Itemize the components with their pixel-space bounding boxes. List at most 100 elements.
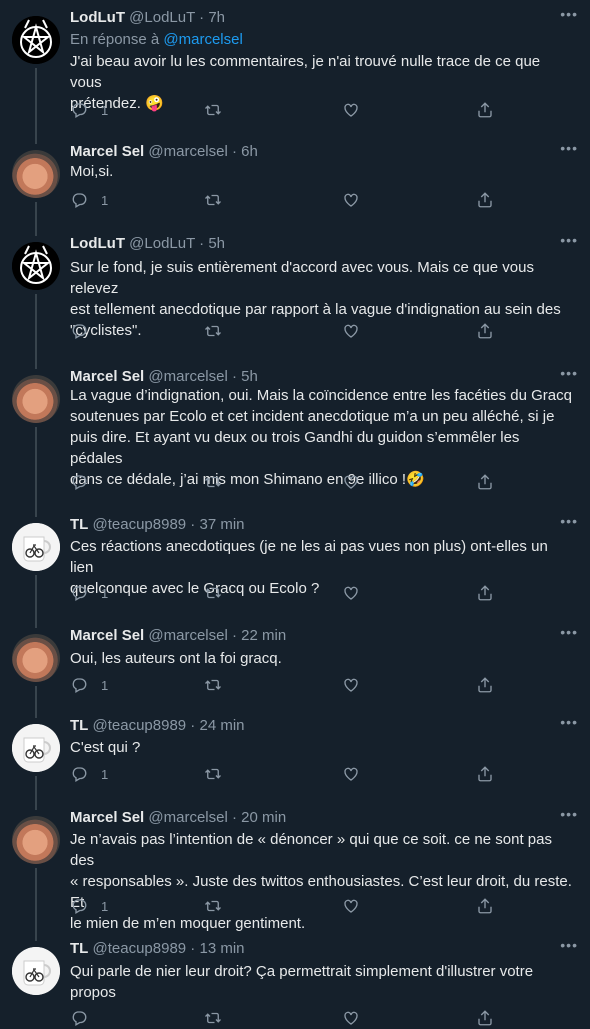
author-handle[interactable]: @marcelsel [148, 368, 227, 385]
author-name[interactable]: TL [70, 717, 88, 734]
reply-button[interactable]: 1 [70, 897, 108, 915]
reply-button[interactable]: 1 [70, 676, 108, 694]
reply-button[interactable] [70, 322, 101, 340]
share-button[interactable] [476, 765, 494, 783]
timestamp[interactable]: 22 min [241, 627, 286, 644]
share-button[interactable] [476, 322, 494, 340]
author-name[interactable]: TL [70, 516, 88, 533]
retweet-button[interactable] [204, 191, 222, 209]
thread-line [35, 868, 37, 941]
like-button[interactable] [342, 101, 360, 119]
like-button[interactable] [342, 1009, 360, 1027]
like-button[interactable] [342, 322, 360, 340]
share-icon [476, 473, 494, 491]
more-options-icon[interactable]: ••• [560, 513, 578, 529]
reply-button[interactable]: 1 [70, 765, 108, 783]
timestamp[interactable]: 13 min [199, 940, 244, 957]
reply-button[interactable] [70, 473, 101, 491]
retweet-button[interactable] [204, 676, 222, 694]
timestamp[interactable]: 7h [208, 9, 225, 26]
avatar[interactable] [12, 724, 60, 772]
like-button[interactable] [342, 584, 360, 602]
timestamp[interactable]: 5h [208, 235, 225, 252]
author-handle[interactable]: @teacup8989 [93, 717, 187, 734]
share-button[interactable] [476, 473, 494, 491]
more-options-icon[interactable]: ••• [560, 806, 578, 822]
tweet-text-line: Oui, les auteurs ont la foi gracq. [70, 650, 282, 667]
author-name[interactable]: TL [70, 940, 88, 957]
avatar[interactable] [12, 16, 60, 64]
share-button[interactable] [476, 584, 494, 602]
like-button[interactable] [342, 473, 360, 491]
like-button[interactable] [342, 765, 360, 783]
reply-count: 1 [101, 585, 109, 601]
share-button[interactable] [476, 191, 494, 209]
author-name[interactable]: Marcel Sel [70, 368, 144, 385]
avatar[interactable] [12, 523, 60, 571]
tweet-actions: 1 [70, 765, 575, 785]
tweet-text-line: propos [70, 984, 116, 1001]
author-handle[interactable]: @marcelsel [148, 809, 227, 826]
retweet-button[interactable] [204, 765, 222, 783]
tweet-actions: 1 [70, 897, 575, 917]
reply-button[interactable]: 1 [70, 101, 108, 119]
retweet-button[interactable] [204, 101, 222, 119]
author-name[interactable]: LodLuT [70, 235, 125, 252]
author-name[interactable]: Marcel Sel [70, 627, 144, 644]
retweet-button[interactable] [204, 322, 222, 340]
thread-line [35, 68, 37, 144]
timestamp[interactable]: 20 min [241, 809, 286, 826]
more-options-icon[interactable]: ••• [560, 232, 578, 248]
timestamp[interactable]: 24 min [199, 717, 244, 734]
author-handle[interactable]: @LodLuT [129, 9, 195, 26]
retweet-button[interactable] [204, 473, 222, 491]
like-button[interactable] [342, 897, 360, 915]
heart-icon [342, 765, 360, 783]
avatar[interactable] [12, 150, 60, 198]
share-button[interactable] [476, 676, 494, 694]
share-button[interactable] [476, 101, 494, 119]
author-name[interactable]: Marcel Sel [70, 809, 144, 826]
more-options-icon[interactable]: ••• [560, 6, 578, 22]
more-options-icon[interactable]: ••• [560, 937, 578, 953]
timestamp[interactable]: 5h [241, 368, 258, 385]
reply-button[interactable]: 1 [70, 191, 108, 209]
tweet-text-line: Qui parle de nier leur droit? Ça permett… [70, 963, 534, 980]
tweet-actions: 1 [70, 676, 575, 696]
avatar[interactable] [12, 375, 60, 423]
tweet-text: C'est qui ? [70, 737, 575, 758]
like-button[interactable] [342, 676, 360, 694]
retweet-button[interactable] [204, 1009, 222, 1027]
retweet-button[interactable] [204, 897, 222, 915]
more-options-icon[interactable]: ••• [560, 714, 578, 730]
author-handle[interactable]: @marcelsel [148, 627, 227, 644]
thread-line [35, 776, 37, 810]
author-name[interactable]: LodLuT [70, 9, 125, 26]
author-handle[interactable]: @LodLuT [129, 235, 195, 252]
tweet-text-line: Je n’avais pas l’intention de « dénoncer… [70, 831, 552, 869]
avatar[interactable] [12, 242, 60, 290]
reply-button[interactable] [70, 1009, 101, 1027]
reply-mention-link[interactable]: @marcelsel [163, 31, 242, 48]
retweet-button[interactable] [204, 584, 222, 602]
avatar[interactable] [12, 947, 60, 995]
reply-count: 1 [101, 766, 109, 782]
tweet-actions [70, 473, 575, 493]
share-button[interactable] [476, 1009, 494, 1027]
author-handle[interactable]: @teacup8989 [93, 516, 187, 533]
more-options-icon[interactable]: ••• [560, 140, 578, 156]
author-handle[interactable]: @marcelsel [148, 143, 227, 160]
tweet-header: Marcel Sel @marcelsel · 6h [70, 142, 258, 162]
more-options-icon[interactable]: ••• [560, 624, 578, 640]
like-button[interactable] [342, 191, 360, 209]
avatar[interactable] [12, 816, 60, 864]
timestamp[interactable]: 6h [241, 143, 258, 160]
share-button[interactable] [476, 897, 494, 915]
author-handle[interactable]: @teacup8989 [93, 940, 187, 957]
reply-button[interactable]: 1 [70, 584, 108, 602]
author-name[interactable]: Marcel Sel [70, 143, 144, 160]
reply-prefix: En réponse à [70, 31, 160, 48]
timestamp[interactable]: 37 min [199, 516, 244, 533]
avatar[interactable] [12, 634, 60, 682]
more-options-icon[interactable]: ••• [560, 365, 578, 381]
